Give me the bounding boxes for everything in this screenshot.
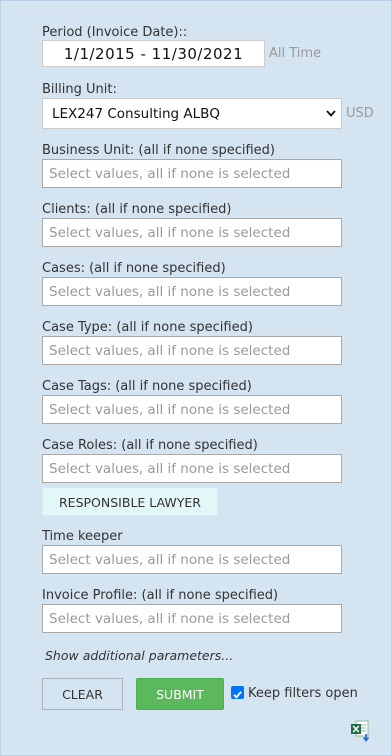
all-time-link[interactable]: All Time <box>269 46 321 61</box>
case-type-input[interactable]: Select values, all if none is selected <box>42 336 342 365</box>
case-type-label: Case Type: (all if none specified) <box>42 320 253 335</box>
business-unit-input[interactable]: Select values, all if none is selected <box>42 159 342 188</box>
case-roles-input[interactable]: Select values, all if none is selected <box>42 454 342 483</box>
period-date-range-input[interactable]: 1/1/2015 - 11/30/2021 <box>42 40 265 67</box>
case-roles-label: Case Roles: (all if none specified) <box>42 438 258 453</box>
chevron-down-icon <box>326 110 336 117</box>
keep-filters-open-label[interactable]: Keep filters open <box>248 686 358 701</box>
cases-input[interactable]: Select values, all if none is selected <box>42 277 342 306</box>
cases-label: Cases: (all if none specified) <box>42 261 226 276</box>
clients-input[interactable]: Select values, all if none is selected <box>42 218 342 247</box>
submit-button[interactable]: SUBMIT <box>136 678 224 710</box>
currency-label: USD <box>346 106 374 121</box>
case-tags-label: Case Tags: (all if none specified) <box>42 379 252 394</box>
case-role-chip-responsible-lawyer[interactable]: RESPONSIBLE LAWYER <box>42 487 218 516</box>
period-label: Period (Invoice Date):: <box>42 25 188 40</box>
billing-unit-label: Billing Unit: <box>42 82 117 97</box>
business-unit-label: Business Unit: (all if none specified) <box>42 143 276 158</box>
invoice-profile-label: Invoice Profile: (all if none specified) <box>42 588 279 603</box>
keep-filters-open-checkbox[interactable] <box>231 686 244 699</box>
case-tags-input[interactable]: Select values, all if none is selected <box>42 395 342 424</box>
filter-panel: Period (Invoice Date):: 1/1/2015 - 11/30… <box>0 0 392 756</box>
check-icon <box>233 691 242 699</box>
time-keeper-label: Time keeper <box>42 529 123 544</box>
clear-button[interactable]: CLEAR <box>42 678 123 710</box>
clients-label: Clients: (all if none specified) <box>42 202 232 217</box>
excel-export-icon[interactable] <box>350 720 372 742</box>
billing-unit-select[interactable]: LEX247 Consulting ALBQ <box>42 98 342 129</box>
show-additional-parameters-link[interactable]: Show additional parameters... <box>45 648 233 663</box>
time-keeper-input[interactable]: Select values, all if none is selected <box>42 545 342 574</box>
billing-unit-selected-value: LEX247 Consulting ALBQ <box>52 106 221 122</box>
invoice-profile-input[interactable]: Select values, all if none is selected <box>42 604 342 633</box>
